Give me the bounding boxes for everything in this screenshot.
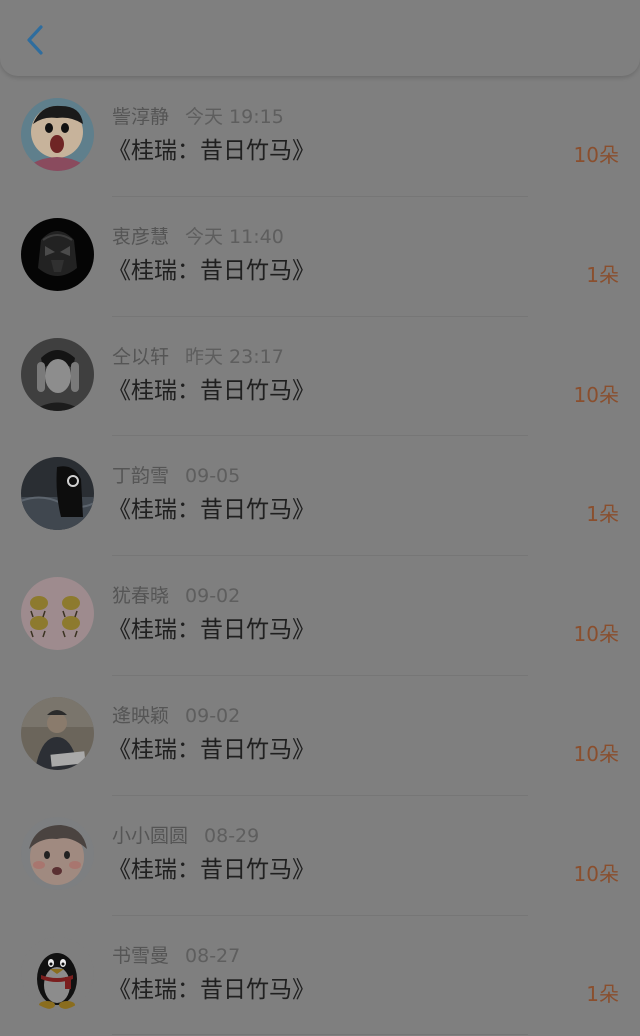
list-item[interactable]: 衷彦慧 今天 11:40 《桂瑞：昔日竹马》 1朵 xyxy=(0,197,640,317)
list-item[interactable]: 犹春晓 09-02 《桂瑞：昔日竹马》 10朵 xyxy=(0,556,640,676)
flower-count: 10朵 xyxy=(573,143,619,167)
book-title: 《桂瑞：昔日竹马》 xyxy=(108,976,315,1003)
timestamp: 08-27 xyxy=(185,944,241,967)
book-title: 《桂瑞：昔日竹马》 xyxy=(108,856,315,883)
avatar[interactable] xyxy=(21,217,94,291)
user-name: 衷彦慧 xyxy=(112,225,170,248)
book-title: 《桂瑞：昔日竹马》 xyxy=(108,138,315,164)
gift-record-list: 訾淳静 今天 19:15 《桂瑞：昔日竹马》 10朵 衷彦慧 今天 11:40 《桂… xyxy=(0,77,640,1036)
book-title: 《桂瑞：昔日竹马》 xyxy=(108,377,315,404)
user-name: 丁韵雪 xyxy=(112,465,170,488)
list-item[interactable]: 逄映颖 09-02 《桂瑞：昔日竹马》 10朵 xyxy=(0,676,640,796)
timestamp: 09-02 xyxy=(185,585,241,608)
timestamp: 今天 19:15 xyxy=(185,106,284,128)
book-title: 《桂瑞：昔日竹马》 xyxy=(108,497,315,524)
avatar[interactable] xyxy=(21,816,94,890)
flower-count: 1朵 xyxy=(586,981,619,1006)
flower-count: 10朵 xyxy=(573,622,619,647)
back-button[interactable] xyxy=(18,20,52,60)
timestamp: 09-05 xyxy=(185,465,241,488)
book-title: 《桂瑞：昔日竹马》 xyxy=(108,736,315,763)
list-item[interactable]: 小小圆圆 08-29 《桂瑞：昔日竹马》 10朵 xyxy=(0,796,640,916)
flower-count: 1朵 xyxy=(586,502,619,527)
list-item[interactable]: 书雪曼 08-27 《桂瑞：昔日竹马》 1朵 xyxy=(0,916,640,1036)
avatar[interactable] xyxy=(21,936,94,1010)
user-name: 訾淳静 xyxy=(112,106,170,128)
user-name: 小小圆圆 xyxy=(112,824,189,847)
timestamp: 09-02 xyxy=(185,704,241,727)
flower-count: 10朵 xyxy=(573,741,619,766)
top-bar xyxy=(0,0,640,76)
timestamp: 今天 11:40 xyxy=(185,225,284,248)
flower-count: 10朵 xyxy=(573,861,619,886)
flower-count: 10朵 xyxy=(573,382,619,407)
book-title: 《桂瑞：昔日竹马》 xyxy=(108,257,315,284)
avatar[interactable] xyxy=(21,457,94,531)
timestamp: 08-29 xyxy=(204,824,260,847)
list-item[interactable]: 訾淳静 今天 19:15 《桂瑞：昔日竹马》 10朵 xyxy=(0,77,640,197)
chevron-left-icon xyxy=(27,25,43,55)
user-name: 书雪曼 xyxy=(112,944,170,967)
avatar[interactable] xyxy=(21,577,94,651)
user-name: 仝以轩 xyxy=(112,345,170,368)
divider xyxy=(112,1034,528,1036)
avatar[interactable] xyxy=(21,98,94,171)
flower-count: 1朵 xyxy=(586,262,619,287)
list-item[interactable]: 仝以轩 昨天 23:17 《桂瑞：昔日竹马》 10朵 xyxy=(0,317,640,437)
avatar[interactable] xyxy=(21,696,94,770)
user-name: 逄映颖 xyxy=(112,704,170,727)
timestamp: 昨天 23:17 xyxy=(185,345,284,368)
book-title: 《桂瑞：昔日竹马》 xyxy=(108,617,315,644)
avatar[interactable] xyxy=(21,337,94,411)
list-item[interactable]: 丁韵雪 09-05 《桂瑞：昔日竹马》 1朵 xyxy=(0,436,640,557)
user-name: 犹春晓 xyxy=(112,585,170,608)
